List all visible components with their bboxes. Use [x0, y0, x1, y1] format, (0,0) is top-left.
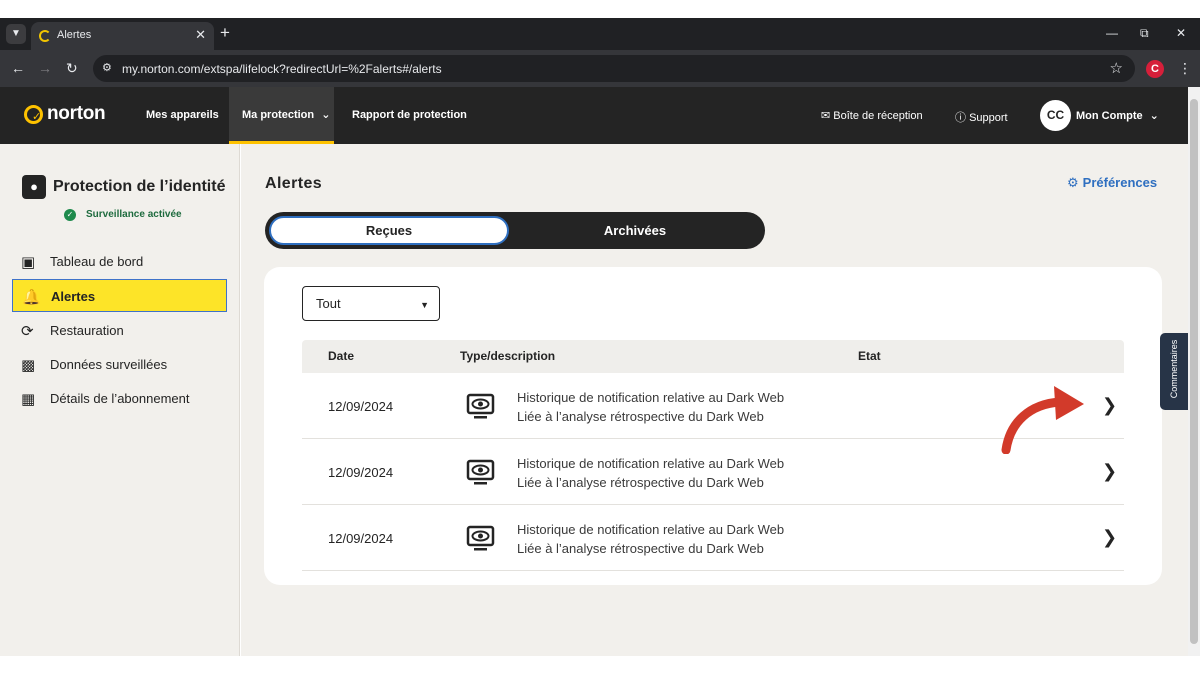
nav-mes-appareils[interactable]: Mes appareils [146, 87, 219, 144]
sidebar-item-restoration[interactable]: ⟳ Restauration [12, 314, 227, 347]
check-circle-icon: ✓ [64, 209, 76, 221]
chevron-down-icon: ⌄ [1149, 110, 1159, 122]
tab-title: Alertes [57, 29, 92, 41]
extension-icon[interactable]: C [1146, 60, 1164, 78]
inbox-label: Boîte de réception [833, 110, 923, 122]
alert-date: 12/09/2024 [328, 465, 394, 480]
identity-shield-icon: ● [22, 175, 46, 199]
monitor-icon: ▩ [21, 357, 36, 374]
alert-subtitle: Liée à l’analyse rétrospective du Dark W… [517, 475, 764, 490]
minimize-icon[interactable]: — [1106, 26, 1118, 40]
chevron-right-icon[interactable]: ❯ [1102, 527, 1117, 548]
account-menu[interactable]: Mon Compte ⌄ [1076, 109, 1159, 122]
restore-icon: ⟳ [21, 323, 34, 340]
table-row[interactable]: 12/09/2024 Historique de notification re… [302, 505, 1124, 571]
column-type: Type/description [460, 349, 556, 363]
close-tab-icon[interactable]: ✕ [195, 27, 206, 43]
monitor-eye-icon [466, 393, 495, 419]
alert-subtitle: Liée à l’analyse rétrospective du Dark W… [517, 409, 764, 424]
forward-icon[interactable]: → [38, 60, 52, 76]
chevron-right-icon[interactable]: ❯ [1102, 395, 1117, 416]
nav-rapport-de-protection[interactable]: Rapport de protection [352, 87, 467, 144]
browser-menu-icon[interactable]: ⋮ [1178, 60, 1192, 77]
alert-title: Historique de notification relative au D… [517, 456, 785, 471]
url-text[interactable]: my.norton.com/extspa/lifelock?redirectUr… [122, 62, 442, 76]
nav-ma-protection[interactable]: Ma protection ⌄ [229, 87, 334, 144]
sidebar-item-label: Données surveillées [50, 357, 168, 372]
sidebar-item-alerts[interactable]: 🔔 Alertes [12, 279, 227, 312]
chevron-down-icon: ⌄ [321, 109, 331, 121]
alerts-table: Date Type/description Etat 12/09/2024 Hi… [302, 340, 1124, 571]
alerts-tabs: Reçues Archivées [265, 212, 765, 249]
scrollbar-thumb[interactable] [1190, 99, 1198, 644]
address-bar[interactable]: ⚙ my.norton.com/extspa/lifelock?redirect… [93, 55, 1135, 82]
help-icon: ⓘ [955, 112, 966, 124]
tab-archived[interactable]: Archivées [515, 216, 755, 245]
filter-value: Tout [316, 296, 341, 311]
preferences-label: Préférences [1082, 175, 1158, 190]
reload-icon[interactable]: ↻ [66, 60, 78, 77]
feedback-label: Commentaires [1169, 339, 1179, 399]
sidebar-item-label: Alertes [51, 289, 96, 304]
nav-ma-protection-label: Ma protection [242, 109, 315, 121]
avatar[interactable]: CC [1040, 100, 1071, 131]
column-date: Date [328, 349, 355, 363]
envelope-icon: ✉ [821, 110, 831, 122]
norton-check-icon: ✓ [24, 105, 43, 124]
gear-icon: ⚙ [1067, 175, 1079, 190]
sidebar-item-dashboard[interactable]: ▣ Tableau de bord [12, 245, 227, 278]
browser-tabbar: ▼ Alertes ✕ + — ⧉ ✕ [0, 18, 1200, 50]
browser-toolbar: ← → ↻ ⚙ my.norton.com/extspa/lifelock?re… [0, 50, 1200, 87]
subscription-icon: ▦ [21, 391, 36, 408]
tab-search-icon[interactable]: ▼ [6, 24, 26, 44]
filter-dropdown[interactable]: Tout ▼ [302, 286, 440, 321]
monitoring-status: Surveillance activée [86, 209, 182, 220]
alert-subtitle: Liée à l’analyse rétrospective du Dark W… [517, 541, 764, 556]
feedback-tab[interactable]: Commentaires [1160, 333, 1188, 410]
top-margin [0, 0, 1200, 18]
back-icon[interactable]: ← [11, 60, 25, 76]
page-title: Alertes [265, 175, 323, 192]
new-tab-icon[interactable]: + [220, 24, 230, 42]
account-label: Mon Compte [1076, 110, 1143, 122]
sidebar-item-subscription[interactable]: ▦ Détails de l’abonnement [12, 382, 227, 415]
sidebar-item-label: Tableau de bord [50, 254, 144, 269]
chevron-right-icon[interactable]: ❯ [1102, 461, 1117, 482]
bookmark-star-icon[interactable]: ☆ [1110, 59, 1123, 77]
logo-text: norton [47, 103, 106, 124]
support-link[interactable]: ⓘ Support [955, 109, 1008, 125]
page-scrollbar[interactable] [1188, 87, 1200, 656]
browser-tab[interactable]: Alertes ✕ [31, 22, 214, 50]
alert-title: Historique de notification relative au D… [517, 390, 785, 405]
dashboard-icon: ▣ [21, 254, 36, 271]
bell-icon: 🔔 [22, 289, 41, 306]
bottom-margin [0, 656, 1200, 675]
sidebar-item-monitored-data[interactable]: ▩ Données surveillées [12, 348, 227, 381]
norton-favicon-icon [39, 30, 51, 42]
monitor-eye-icon [466, 525, 495, 551]
site-info-icon[interactable]: ⚙ [102, 61, 112, 74]
support-label: Support [969, 112, 1008, 124]
monitor-eye-icon [466, 459, 495, 485]
site-header: ✓ norton Mes appareils Ma protection ⌄ R… [0, 87, 1188, 144]
sidebar-title: Protection de l’identité [53, 178, 226, 195]
inbox-link[interactable]: ✉ Boîte de réception [821, 109, 923, 122]
table-header: Date Type/description Etat [302, 340, 1124, 373]
alert-title: Historique de notification relative au D… [517, 522, 785, 537]
sidebar: ● Protection de l’identité ✓ Surveillanc… [0, 144, 240, 656]
restore-window-icon[interactable]: ⧉ [1140, 26, 1149, 41]
alert-date: 12/09/2024 [328, 399, 394, 414]
caret-down-icon: ▼ [420, 300, 429, 310]
annotation-arrow-icon [1001, 386, 1084, 454]
preferences-link[interactable]: ⚙ Préférences [1067, 175, 1157, 191]
column-status: Etat [858, 349, 881, 363]
tab-received[interactable]: Reçues [269, 216, 509, 245]
sidebar-item-label: Détails de l’abonnement [50, 391, 190, 406]
sidebar-item-label: Restauration [50, 323, 124, 338]
alert-date: 12/09/2024 [328, 531, 394, 546]
close-window-icon[interactable]: ✕ [1176, 26, 1186, 40]
